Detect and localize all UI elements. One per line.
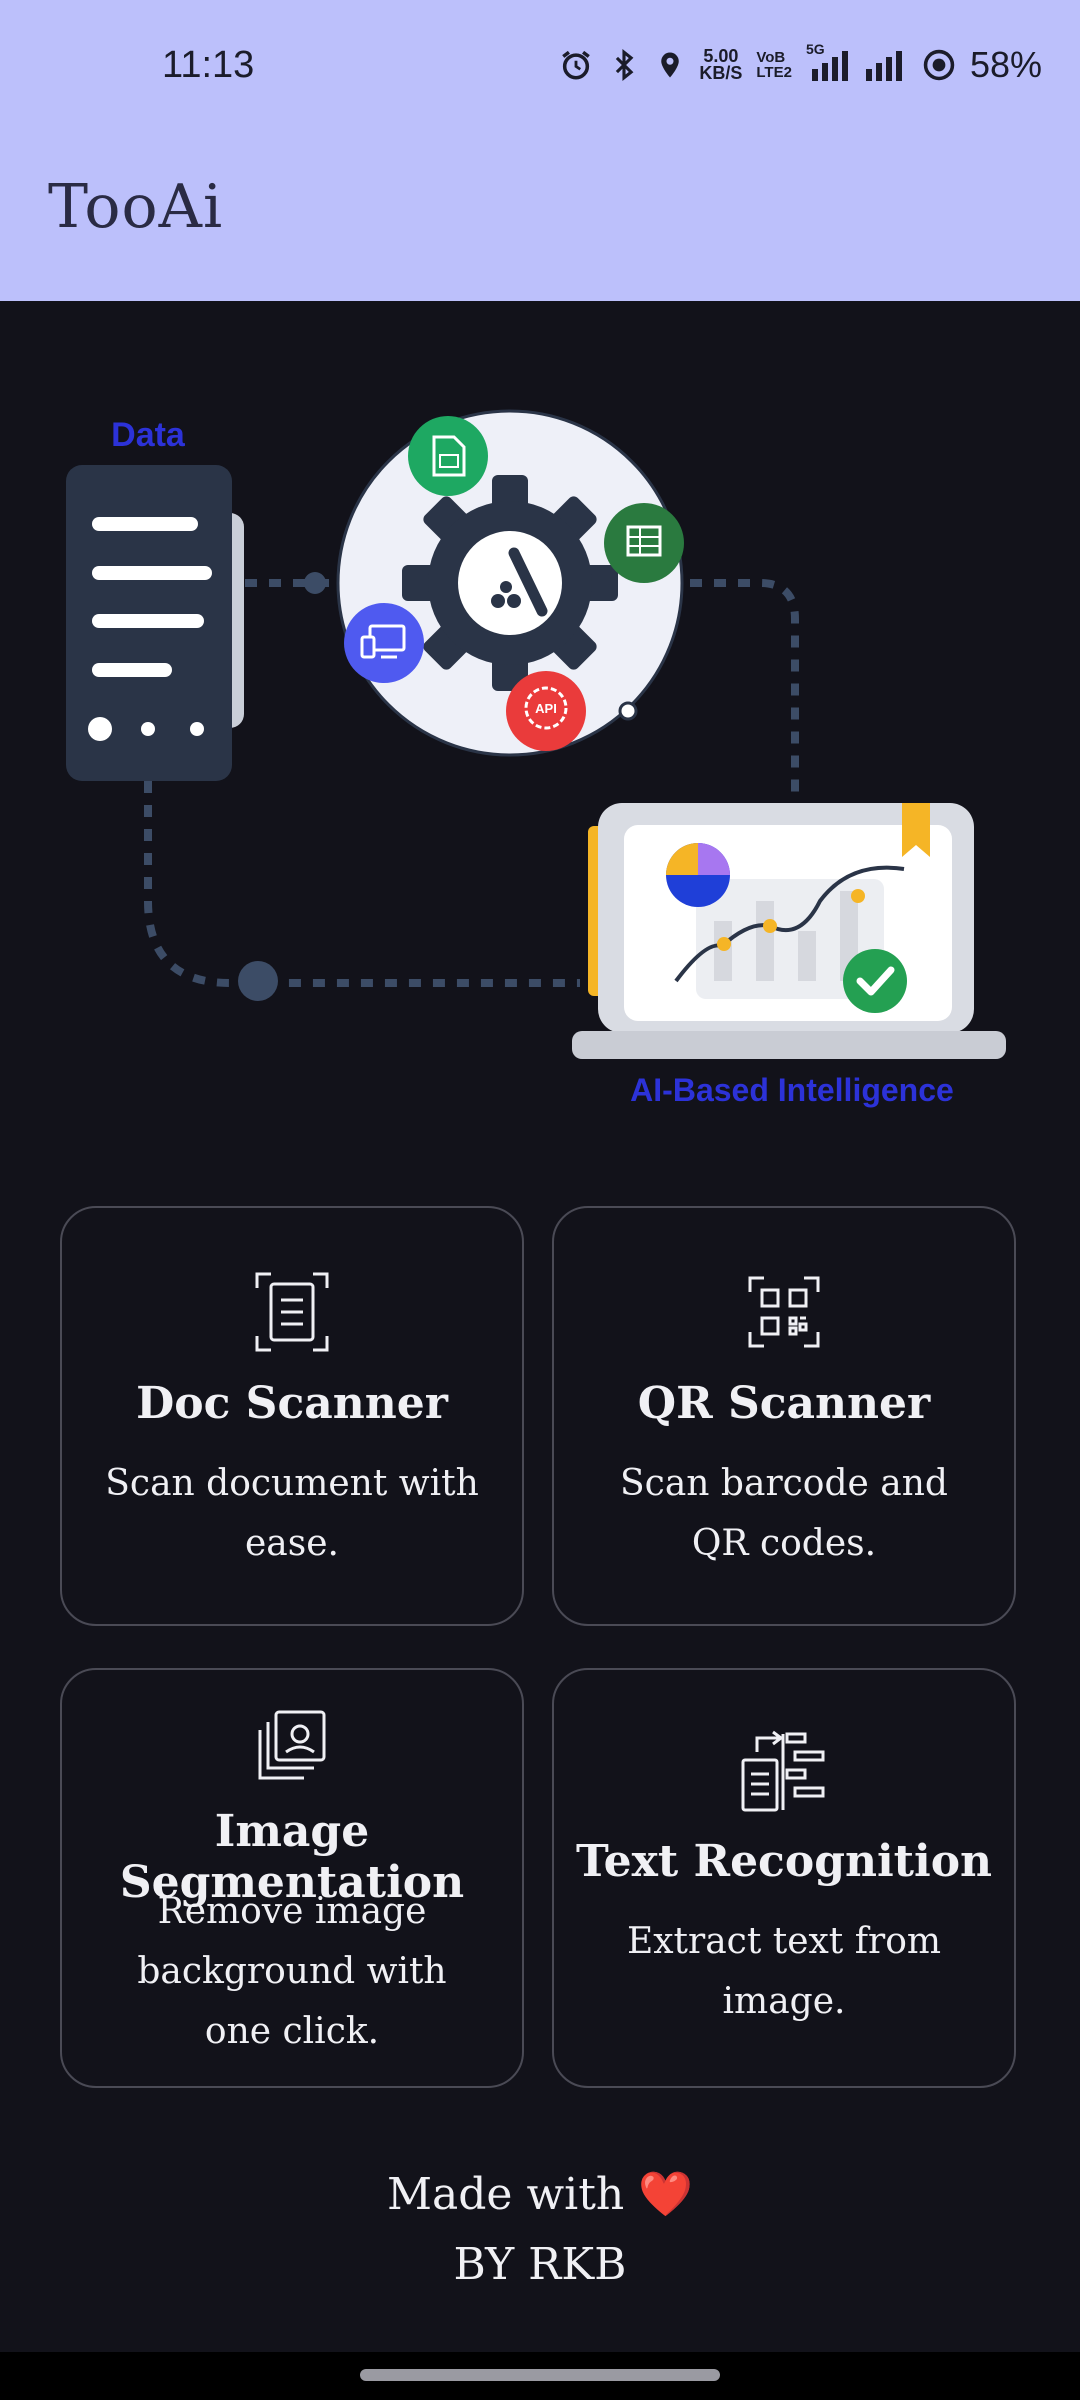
navigation-bar [0,2352,1080,2400]
ai-label: AI-Based Intelligence [630,1072,954,1108]
volte-top: VoB [756,49,786,66]
status-time: 11:13 [162,44,255,86]
laptop-dashboard-icon [572,803,1006,1059]
status-icons: 5.00 KB/S VoB LTE2 5G 58% [559,41,1042,86]
card-title: QR Scanner [637,1378,931,1429]
home-gesture-handle[interactable] [360,2369,720,2381]
devices-icon [344,603,424,683]
card-title: Doc Scanner [136,1378,448,1429]
network-type: 5G [805,41,825,57]
volte-bottom: LTE2 [756,64,792,81]
bluetooth-icon [616,49,634,81]
text-extract-icon [741,1730,825,1812]
footer-line-1: Made with ❤️ [0,2160,1080,2230]
volte-indicator: VoB LTE2 [756,50,792,80]
footer-credit: Made with ❤️ BY RKB [0,2160,1080,2300]
data-label: Data [111,416,186,454]
card-description: Remove image background with one click. [137,1891,447,2052]
image-segmentation-card[interactable]: Image Segmentation Remove image backgrou… [60,1668,524,2088]
footer-made-with: Made with [386,2169,625,2220]
app-bar: TooAi [0,136,1080,301]
app-title: TooAi [48,172,224,242]
text-recognition-card[interactable]: Text Recognition Extract text from image… [552,1668,1016,2088]
net-speed-unit: KB/S [699,63,743,83]
battery-percent: 58% [969,44,1042,85]
connector-dot [238,961,278,1001]
doc-scanner-card[interactable]: Doc Scanner Scan document with ease. [60,1206,524,1626]
signal-icon-2 [865,51,902,81]
document-scan-icon [255,1272,329,1352]
api-text: API [535,701,557,716]
card-description: Scan barcode and QR codes. [620,1463,948,1564]
alarm-icon [562,50,591,80]
qr-scanner-card[interactable]: QR Scanner Scan barcode and QR codes. [552,1206,1016,1626]
signal-5g: 5G [806,41,850,81]
hero-illustration: Data API AI-Based Intelligence [0,301,1080,1161]
ai-gear-icon: API [336,409,684,757]
battery-icon [923,49,955,81]
net-speed: 5.00 KB/S [699,47,743,83]
location-icon [661,52,680,78]
heart-icon: ❤️ [638,2169,694,2220]
ai-flow-illustration: Data API AI-Based Intelligence [66,409,1006,1108]
card-title: Text Recognition [575,1836,993,1887]
spreadsheet-icon [604,503,684,583]
image-stack-icon [258,1710,326,1780]
footer-line-2: BY RKB [453,2239,627,2290]
card-description: Scan document with ease. [105,1463,479,1564]
server-icon [66,465,244,781]
card-description: Extract text from image. [626,1921,942,2022]
qr-scan-icon [748,1276,820,1348]
connector-dot [304,572,326,594]
status-bar: 11:13 5.00 KB/S VoB LTE2 5G 58% [0,0,1080,136]
